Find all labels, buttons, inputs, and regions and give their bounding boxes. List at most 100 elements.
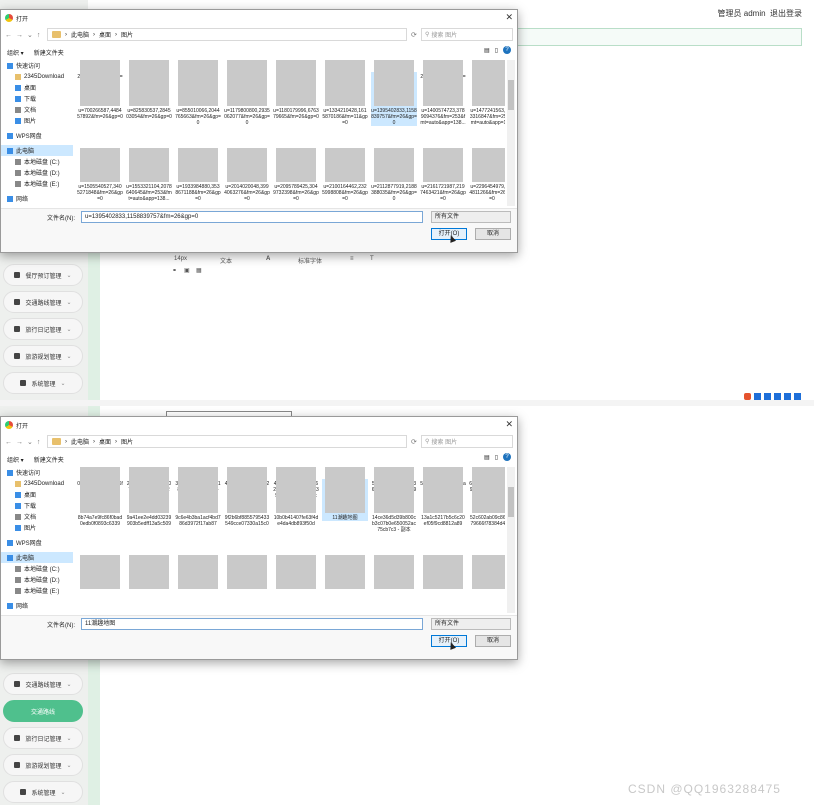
file-item[interactable]: 13a1c5217b5c6c20ef05f9cd8812a89 [420,479,466,527]
link-icon[interactable]: ⚭ [172,267,177,274]
tray-icon-2[interactable] [764,392,771,400]
search-input[interactable]: ⚲ 搜索 图片 [421,28,513,41]
help-icon[interactable]: ? [503,453,511,461]
file-item[interactable]: u=1933984880,3538671188&fm=26&gp=0 [175,148,221,202]
nav-pane-item[interactable]: 下载 [1,500,73,511]
forward-icon[interactable]: → [16,32,23,39]
filename-input[interactable]: u=1395402833,1158839757&fm=26&gp=0 [81,211,423,223]
nav-pane-item[interactable]: 下载 [1,93,73,104]
file-item[interactable] [273,555,319,591]
scrollbar-thumb[interactable] [508,80,514,110]
nav-pane-item[interactable]: 图片 [1,522,73,533]
file-item[interactable]: 9f2b6bf8855795433549cce07330a15c0 [224,479,270,527]
file-item[interactable]: u=1334210428,1615870186&fm=11&gp=0 [322,72,368,126]
file-item[interactable]: u=855010066,2044765663&fm=26&gp=0 [175,72,221,126]
nav-pane-item[interactable]: 本地磁盘 (D:) [1,167,73,178]
nav-pane-item[interactable]: 文档 [1,104,73,115]
vertical-scrollbar[interactable] [507,60,515,206]
table-icon[interactable]: ▦ [196,267,202,274]
sidebar-item[interactable]: 旅行日记管理 ⌄ [3,318,83,340]
view-options-icon[interactable]: ▤ [484,454,490,461]
file-item[interactable]: u=1477241563,3483316847&fm=253&fmt=auto&… [469,72,505,126]
file-item[interactable]: u=1180179996,676379665&fm=26&gp=0 [273,72,319,120]
preview-pane-icon[interactable]: ▯ [495,454,498,461]
file-item[interactable]: u=1179800800,2935062077&fm=26&gp=0 [224,72,270,126]
font-color-button[interactable]: A [266,256,270,262]
paragraph-select[interactable]: 文本 [220,256,232,265]
file-item[interactable] [420,555,466,591]
nav-pane-item[interactable]: 桌面 [1,82,73,93]
file-item[interactable]: u=1553321104,2078640645&fm=253&fmt=auto&… [126,148,172,202]
breadcrumb-item[interactable]: 桌面 [99,437,111,446]
nav-pane-item[interactable]: 图片 [1,115,73,126]
nav-pane-item[interactable]: 网络 [1,193,73,204]
view-options-icon[interactable]: ▤ [484,47,490,54]
font-family-select[interactable]: 标准字体 [298,256,322,265]
font-size-select[interactable]: 14px [174,256,187,262]
tray-icon-4[interactable] [784,392,791,400]
file-item[interactable]: u=2095789425,3049732398&fm=26&gp=0 [273,148,319,202]
new-folder-button[interactable]: 新建文件夹 [34,48,64,57]
sidebar-item[interactable]: 交通路线管理 ⌄ [3,673,83,695]
sidebar-item[interactable]: 餐厅预订管理 ⌄ [3,264,83,286]
file-item[interactable]: 10b0b41407fe63f4de4da4db893f50d [273,479,319,527]
file-item[interactable]: 9c6e4b3ba1acf4bd786d3972f17ab87 [175,479,221,527]
file-item[interactable]: 8b74a7e9fc86f0bad0edb0f0893c6339 [77,479,123,527]
file-type-select[interactable]: 所有文件 [431,618,511,630]
clear-format-button[interactable]: T [370,256,374,262]
sidebar-item[interactable]: 系统管理 ⌄ [3,781,83,803]
sidebar-item[interactable]: 旅游规划管理 ⌄ [3,754,83,776]
file-item[interactable]: u=2161721987,2197463421&fm=26&gp=0 [420,148,466,202]
nav-pane-item[interactable]: 此电脑 [1,552,73,563]
up-icon[interactable]: ↑ [37,32,41,39]
sidebar-item[interactable]: 交通路线 [3,700,83,722]
vertical-scrollbar[interactable] [507,467,515,613]
address-bar[interactable]: › 此电脑 › 桌面 › 图片 [47,28,407,41]
address-bar[interactable]: › 此电脑 › 桌面 › 图片 [47,435,407,448]
refresh-icon[interactable]: ⟳ [411,31,417,39]
file-item[interactable]: 9a41ee2e4dd03239903b5edff13a5c509 [126,479,172,527]
sidebar-item[interactable]: 旅游规划管理 ⌄ [3,345,83,367]
nav-pane-item[interactable]: 2345Download [1,478,73,489]
file-item[interactable]: u=825830537,284503054&fm=26&gp=0 [126,72,172,120]
nav-pane-item[interactable]: WPS网盘 [1,130,73,141]
recent-icon[interactable]: ⌄ [27,438,33,446]
file-item[interactable]: 14ce36d5d39b800cb3c07b0e650052ac75cb7c3 … [371,479,417,533]
search-input[interactable]: ⚲ 搜索 图片 [421,435,513,448]
nav-pane-item[interactable]: 网络 [1,600,73,611]
file-item[interactable]: u=2296454979,4014811266&fm=26&gp=0 [469,148,505,202]
breadcrumb-item[interactable]: 此电脑 [71,30,89,39]
nav-pane-item[interactable]: 本地磁盘 (C:) [1,563,73,574]
ime-icon[interactable] [744,392,751,400]
sidebar-item[interactable]: 交通路线管理 ⌄ [3,291,83,313]
nav-pane-item[interactable]: 本地磁盘 (E:) [1,178,73,189]
file-item[interactable]: u=1505540527,3405271848&fm=26&gp=0 [77,148,123,202]
new-folder-button[interactable]: 新建文件夹 [34,455,64,464]
preview-pane-icon[interactable]: ▯ [495,47,498,54]
file-item[interactable] [224,555,270,591]
file-item[interactable]: 52c602ab09c8612a79666f78384d4315 [469,479,505,527]
nav-pane-item[interactable]: 本地磁盘 (E:) [1,585,73,596]
file-item[interactable]: u=700266587,448457892&fm=26&gp=0 [77,72,123,120]
recent-icon[interactable]: ⌄ [27,31,33,39]
nav-pane-item[interactable]: 桌面 [1,489,73,500]
tray-icon-3[interactable] [774,392,781,400]
file-item[interactable] [322,555,368,591]
file-item[interactable]: u=2100164462,2325998808&fm=26&gp=0 [322,148,368,202]
file-item[interactable] [469,555,505,591]
nav-pane-item[interactable]: WPS网盘 [1,537,73,548]
up-icon[interactable]: ↑ [37,439,41,446]
nav-pane-item[interactable]: 快速访问 [1,467,73,478]
logout-link[interactable]: 退出登录 [770,9,802,18]
file-item[interactable] [126,555,172,591]
file-type-select[interactable]: 所有文件 [431,211,511,223]
file-item[interactable]: u=1395402833,1158839757&fm=26&gp=0 [371,72,417,126]
cancel-button[interactable]: 取消 [475,228,511,240]
file-item[interactable] [77,555,123,591]
nav-pane-item[interactable]: 2345Download [1,71,73,82]
file-item[interactable] [371,555,417,591]
breadcrumb-item[interactable]: 图片 [121,30,133,39]
close-icon[interactable]: ✕ [505,419,513,430]
nav-pane-item[interactable]: 快速访问 [1,60,73,71]
align-button[interactable]: ≡ [350,256,354,262]
